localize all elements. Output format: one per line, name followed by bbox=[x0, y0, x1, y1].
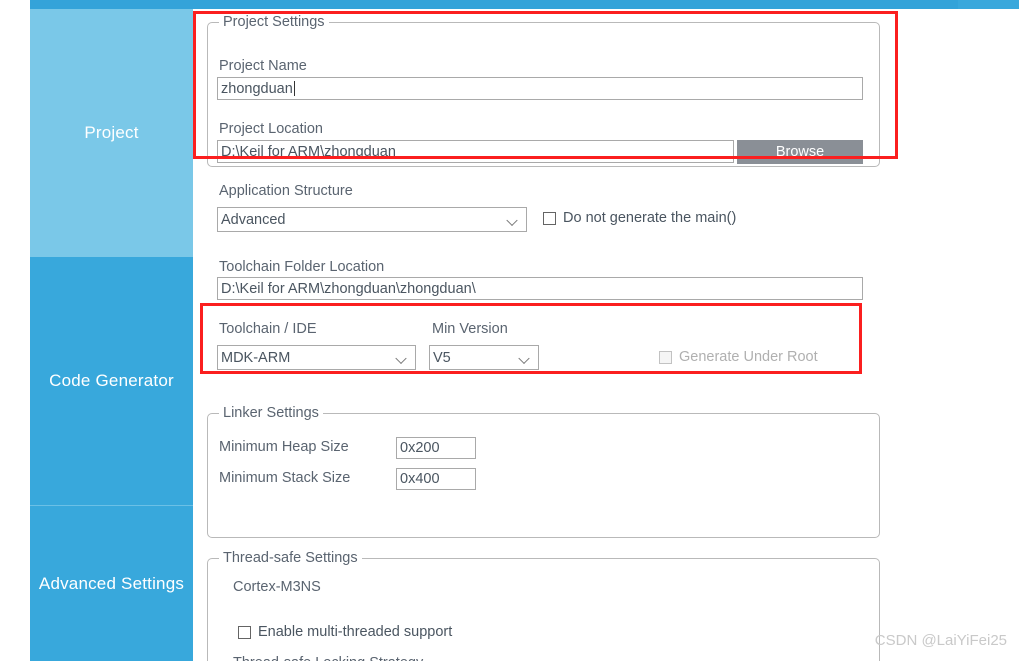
cubemx-project-manager-window: Project Code Generator Advanced Settings… bbox=[0, 0, 1019, 661]
thread-safe-locking-strategy-label: Thread-safe Locking Strategy bbox=[233, 655, 423, 661]
generate-under-root-label: Generate Under Root bbox=[679, 349, 818, 365]
watermark-text: CSDN @LaiYiFei25 bbox=[874, 632, 1007, 649]
min-version-value: V5 bbox=[433, 349, 451, 366]
enable-multithreaded-support-checkbox[interactable]: Enable multi-threaded support bbox=[238, 624, 452, 640]
project-location-label: Project Location bbox=[219, 121, 323, 137]
project-location-input-value: D:\Keil for ARM\zhongduan bbox=[221, 143, 396, 160]
sidebar-item-code-generator[interactable]: Code Generator bbox=[30, 257, 193, 505]
min-version-select[interactable]: V5 bbox=[429, 345, 539, 370]
checkbox-box-icon bbox=[238, 625, 251, 639]
chevron-down-icon bbox=[508, 216, 518, 222]
sidebar-item-advanced-settings[interactable]: Advanced Settings bbox=[30, 505, 193, 661]
browse-button-label: Browse bbox=[775, 144, 825, 160]
checkbox-box-icon bbox=[543, 211, 556, 225]
project-name-input[interactable]: zhongduan bbox=[217, 77, 863, 100]
minimum-stack-size-value: 0x400 bbox=[400, 471, 440, 487]
toolchain-ide-select[interactable]: MDK-ARM bbox=[217, 345, 416, 370]
application-structure-select[interactable]: Advanced bbox=[217, 207, 527, 232]
toolchain-folder-location-value: D:\Keil for ARM\zhongduan\zhongduan\ bbox=[221, 280, 476, 297]
sidebar-item-code-generator-label: Code Generator bbox=[49, 371, 174, 390]
minimum-heap-size-label: Minimum Heap Size bbox=[219, 439, 349, 455]
sidebar: Project Code Generator Advanced Settings bbox=[30, 9, 193, 661]
thread-safe-settings-group-title: Thread-safe Settings bbox=[219, 550, 362, 566]
thread-safe-settings-group: Thread-safe Settings bbox=[207, 550, 880, 661]
project-settings-group-title: Project Settings bbox=[219, 14, 329, 30]
minimum-stack-size-label: Minimum Stack Size bbox=[219, 470, 351, 486]
project-location-input[interactable]: D:\Keil for ARM\zhongduan bbox=[217, 140, 734, 163]
sidebar-item-project-label: Project bbox=[84, 123, 139, 142]
toolchain-folder-location-label: Toolchain Folder Location bbox=[219, 259, 385, 275]
project-name-label: Project Name bbox=[219, 58, 307, 74]
application-structure-label: Application Structure bbox=[219, 183, 353, 199]
toolchain-ide-label: Toolchain / IDE bbox=[219, 321, 317, 337]
chevron-down-icon bbox=[397, 354, 407, 360]
sidebar-item-advanced-settings-label: Advanced Settings bbox=[38, 573, 185, 593]
sidebar-item-project[interactable]: Project bbox=[30, 9, 193, 257]
project-name-input-value: zhongduan bbox=[221, 80, 293, 97]
main-content-panel: Project Settings Project Name zhongduan … bbox=[193, 9, 1019, 661]
cortex-core-label: Cortex-M3NS bbox=[233, 579, 321, 595]
text-cursor bbox=[293, 81, 295, 96]
application-structure-value: Advanced bbox=[221, 211, 286, 228]
minimum-heap-size-input[interactable]: 0x200 bbox=[396, 437, 476, 459]
chevron-down-icon bbox=[520, 354, 530, 360]
toolchain-folder-location-input[interactable]: D:\Keil for ARM\zhongduan\zhongduan\ bbox=[217, 277, 863, 300]
minimum-stack-size-input[interactable]: 0x400 bbox=[396, 468, 476, 490]
enable-multithreaded-support-label: Enable multi-threaded support bbox=[258, 624, 453, 640]
do-not-generate-main-label: Do not generate the main() bbox=[563, 210, 737, 226]
browse-button[interactable]: Browse bbox=[737, 140, 863, 164]
linker-settings-group-title: Linker Settings bbox=[219, 405, 323, 421]
toolchain-ide-value: MDK-ARM bbox=[221, 349, 291, 366]
do-not-generate-main-checkbox[interactable]: Do not generate the main() bbox=[543, 210, 736, 226]
checkbox-box-icon bbox=[659, 350, 672, 364]
min-version-label: Min Version bbox=[432, 321, 508, 337]
top-accent-bar-active-segment bbox=[30, 0, 958, 9]
minimum-heap-size-value: 0x200 bbox=[400, 440, 440, 456]
generate-under-root-checkbox[interactable]: Generate Under Root bbox=[659, 349, 818, 365]
